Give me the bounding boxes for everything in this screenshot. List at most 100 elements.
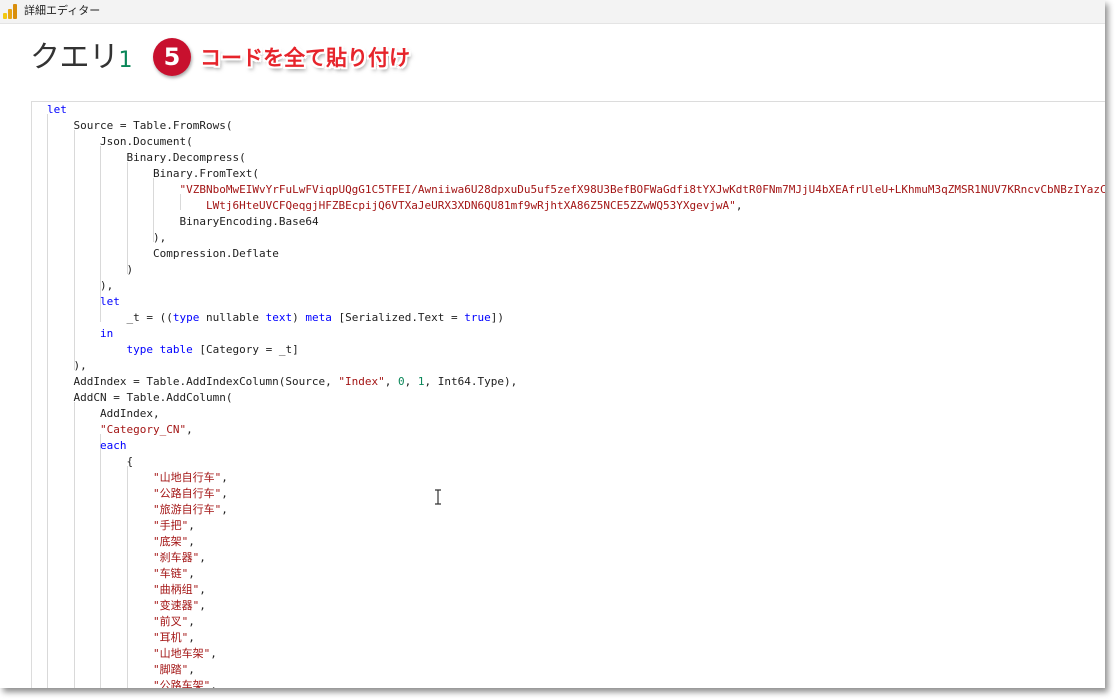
code-line: "前叉", bbox=[153, 614, 195, 630]
code-token: let bbox=[100, 295, 120, 308]
code-token: , bbox=[188, 615, 195, 628]
code-token: LWtj6HteUVCFQeqgjHFZBEcpijQ6VTXaJeURX3XD… bbox=[206, 199, 736, 212]
code-line: ) bbox=[127, 262, 134, 278]
code-token: , bbox=[221, 503, 228, 516]
code-line: ), bbox=[153, 230, 166, 246]
step-number-badge: 5 bbox=[153, 38, 191, 76]
code-token: "旅游自行车" bbox=[153, 503, 222, 516]
code-token: ) bbox=[126, 263, 134, 276]
code-token: , bbox=[221, 471, 228, 484]
code-token: , bbox=[188, 567, 195, 580]
code-line: Json.Document( bbox=[100, 134, 193, 150]
code-token: , bbox=[188, 663, 195, 676]
code-token: "前叉" bbox=[153, 615, 189, 628]
code-editor[interactable]: let Source = Table.FromRows( Json.Document… bbox=[31, 101, 1105, 688]
indent-guide bbox=[100, 434, 101, 688]
code-line: "耳机", bbox=[153, 630, 195, 646]
code-token: type bbox=[172, 311, 200, 324]
code-token: each bbox=[100, 439, 127, 452]
code-token: "变速器" bbox=[153, 599, 200, 612]
code-line: Compression.Deflate bbox=[153, 246, 279, 262]
code-token: , bbox=[735, 199, 743, 212]
code-token: AddIndex = Table.AddIndexColumn(Source, bbox=[73, 375, 339, 388]
code-line: ), bbox=[100, 278, 113, 294]
code-token: "底架" bbox=[153, 535, 189, 548]
code-token: { bbox=[126, 455, 134, 468]
code-line: in bbox=[100, 326, 113, 342]
title-bar: 詳細エディター bbox=[0, 0, 1105, 24]
code-token: AddIndex, bbox=[100, 407, 160, 420]
code-token: true bbox=[464, 311, 491, 324]
code-token: in bbox=[100, 327, 114, 340]
code-token: "公路自行车" bbox=[153, 487, 222, 500]
window-title: 詳細エディター bbox=[24, 4, 101, 17]
code-line: "山地自行车", bbox=[153, 470, 228, 486]
code-line: "VZBNboMwEIWvYrFuLwFViqpUQgG1C5TFEI/Awni… bbox=[180, 182, 1106, 198]
code-line: { bbox=[127, 454, 134, 470]
code-line: let bbox=[100, 294, 120, 310]
code-line: "变速器", bbox=[153, 598, 206, 614]
code-token: let bbox=[47, 103, 67, 116]
code-line: "底架", bbox=[153, 534, 195, 550]
code-token: ), bbox=[153, 231, 167, 244]
code-token: "山地车架" bbox=[153, 647, 211, 660]
code-token: 0 bbox=[398, 375, 405, 388]
code-token: type bbox=[126, 343, 154, 356]
code-token: ]) bbox=[490, 311, 505, 324]
code-token: ), bbox=[100, 279, 114, 292]
code-line: AddIndex, bbox=[100, 406, 160, 422]
power-bi-icon bbox=[3, 4, 19, 19]
code-token: , bbox=[188, 535, 195, 548]
code-line: AddIndex = Table.AddIndexColumn(Source, … bbox=[74, 374, 518, 390]
code-line: "刹车器", bbox=[153, 550, 206, 566]
code-line: Binary.Decompress( bbox=[127, 150, 246, 166]
indent-guide bbox=[127, 466, 128, 688]
text-cursor-icon bbox=[435, 489, 441, 505]
indent-guide bbox=[127, 162, 128, 274]
code-token: , bbox=[199, 583, 206, 596]
code-token: [Category = _t] bbox=[192, 343, 299, 356]
code-token: , bbox=[210, 647, 217, 660]
code-line: "脚踏", bbox=[153, 662, 195, 678]
code-token: text bbox=[265, 311, 293, 324]
code-token: , bbox=[199, 599, 206, 612]
code-token: table bbox=[159, 343, 193, 356]
code-token: "刹车器" bbox=[153, 551, 200, 564]
query-title: クエリ1 bbox=[30, 39, 132, 80]
query-name: クエリ bbox=[30, 40, 119, 75]
indent-guide bbox=[74, 402, 75, 688]
indent-guide bbox=[47, 114, 48, 688]
code-token: , Int64.Type), bbox=[424, 375, 518, 388]
code-token: "公路车架" bbox=[153, 679, 211, 688]
code-line: BinaryEncoding.Base64 bbox=[180, 214, 319, 230]
code-line: _t = ((type nullable text) meta [Seriali… bbox=[127, 310, 505, 326]
indent-guide bbox=[74, 130, 75, 370]
code-token: "车链" bbox=[153, 567, 189, 580]
code-token: , bbox=[199, 551, 206, 564]
code-token: Source = Table.FromRows( bbox=[73, 119, 233, 132]
code-token: Binary.FromText( bbox=[153, 167, 259, 180]
code-token: , bbox=[186, 423, 193, 436]
code-token: Compression.Deflate bbox=[153, 247, 279, 260]
code-token: "山地自行车" bbox=[153, 471, 222, 484]
code-line: LWtj6HteUVCFQeqgjHFZBEcpijQ6VTXaJeURX3XD… bbox=[206, 198, 742, 214]
code-token: ), bbox=[73, 359, 87, 372]
code-token: BinaryEncoding.Base64 bbox=[179, 215, 319, 228]
code-token: "脚踏" bbox=[153, 663, 189, 676]
advanced-editor-window: 詳細エディター クエリ1 5 コードを全て貼り付け let Source = Ta… bbox=[0, 0, 1105, 688]
code-line: AddCN = Table.AddColumn( bbox=[74, 390, 233, 406]
code-line: "公路自行车", bbox=[153, 486, 228, 502]
code-line: Binary.FromText( bbox=[153, 166, 259, 182]
code-token: , bbox=[210, 679, 217, 688]
code-line: let bbox=[47, 102, 67, 118]
code-token: , bbox=[188, 519, 195, 532]
code-line: Source = Table.FromRows( bbox=[74, 118, 233, 134]
code-token: "Index" bbox=[338, 375, 385, 388]
code-line: "旅游自行车", bbox=[153, 502, 228, 518]
step-caption: コードを全て貼り付け bbox=[200, 46, 410, 70]
code-token: , bbox=[188, 631, 195, 644]
code-line: each bbox=[100, 438, 127, 454]
code-token: "Category_CN" bbox=[100, 423, 187, 436]
code-line: "曲柄组", bbox=[153, 582, 206, 598]
